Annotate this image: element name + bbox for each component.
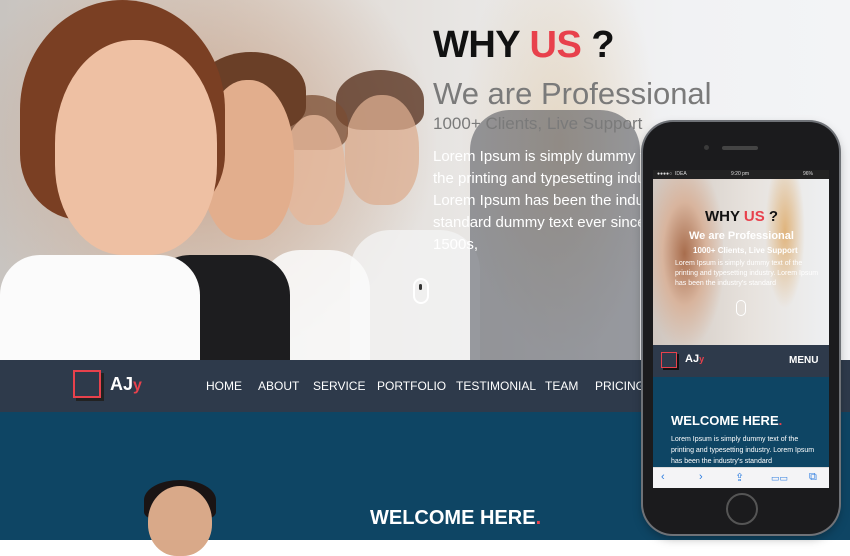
hero-why-us-heading: WHY US ? <box>433 24 615 66</box>
back-icon[interactable]: ‹ <box>661 471 665 483</box>
phone-subtitle: We are Professional <box>689 230 794 242</box>
site-logo[interactable]: AJy <box>110 374 142 395</box>
person-face <box>55 40 217 255</box>
phone-speaker <box>722 146 758 150</box>
status-time: 9:20 pm <box>731 171 750 177</box>
nav-about[interactable]: ABOUT <box>258 379 299 393</box>
nav-home[interactable]: HOME <box>206 379 242 393</box>
battery-label: 96% <box>803 171 814 177</box>
phone-home-button[interactable] <box>726 493 758 525</box>
nav-portfolio[interactable]: PORTFOLIO <box>377 379 446 393</box>
person-shirt <box>0 255 200 360</box>
phone-scroll-down-icon[interactable] <box>736 300 746 316</box>
phone-logo-square-icon[interactable] <box>661 352 677 368</box>
hero-subtitle: We are Professional <box>433 76 712 111</box>
phone-screen: ●●●●○ IDEA 9:20 pm 96% WHY US ? We are P… <box>653 170 829 488</box>
phone-hero-photo-right <box>765 179 805 309</box>
phone-camera <box>704 145 709 150</box>
phone-logo[interactable]: AJy <box>685 353 704 365</box>
welcome-heading: WELCOME HERE. <box>370 507 542 529</box>
person-face <box>345 95 419 205</box>
forward-icon[interactable]: › <box>699 471 703 483</box>
phone-welcome-heading: WELCOME HERE. <box>671 413 783 428</box>
nav-pricing[interactable]: PRICING <box>595 379 645 393</box>
scroll-down-icon[interactable] <box>413 278 429 304</box>
tabs-icon[interactable]: ⧉ <box>809 471 817 484</box>
logo-square-icon[interactable] <box>73 370 101 398</box>
share-icon[interactable]: ⇪ <box>735 471 744 484</box>
phone-menu-button[interactable]: MENU <box>789 355 818 366</box>
phone-description: Lorem Ipsum is simply dummy text of the … <box>675 260 819 287</box>
phone-clients-text: 1000+ Clients, Live Support <box>693 246 798 255</box>
browser-toolbar: ‹ › ⇪ ▭▭ ⧉ <box>653 467 829 488</box>
bookmarks-icon[interactable]: ▭▭ <box>771 473 788 484</box>
phone-why-us-heading: WHY US ? <box>705 208 779 225</box>
nav-testimonial[interactable]: TESTIMONIAL <box>456 379 536 393</box>
hero-clients-text: 1000+ Clients, Live Support <box>433 114 643 133</box>
carrier-label: IDEA <box>675 171 687 177</box>
nav-team[interactable]: TEAM <box>545 379 578 393</box>
signal-icon: ●●●●○ <box>657 171 673 177</box>
phone-welcome-text: Lorem Ipsum is simply dummy text of the … <box>671 436 815 465</box>
nav-service[interactable]: SERVICE <box>313 379 365 393</box>
woman-photo <box>148 486 212 556</box>
phone-status-bar: ●●●●○ IDEA 9:20 pm 96% <box>653 170 829 179</box>
